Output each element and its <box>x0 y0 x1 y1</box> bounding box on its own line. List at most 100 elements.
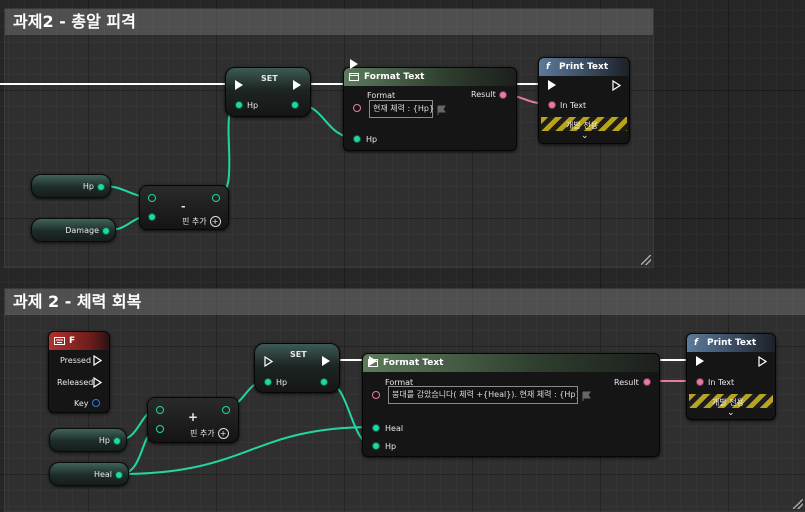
add-output-pin[interactable] <box>222 406 230 414</box>
print-text-title: Print Text <box>559 62 609 72</box>
comment-title[interactable]: 과제 2 - 체력 회복 <box>5 289 805 315</box>
hp-variable-node[interactable]: Hp <box>49 428 127 452</box>
key-label: Key <box>74 399 89 408</box>
add-pin-label: 핀 추가 <box>182 217 207 226</box>
format-text-node[interactable]: Format Text Format 현재 체력 : {Hp} Result H… <box>343 59 517 151</box>
format-text-header: Format Text <box>344 68 516 86</box>
add-node[interactable]: + 핀 추가 + <box>147 397 239 443</box>
set-hp-output-pin[interactable] <box>320 378 328 386</box>
format-heal-label: Heal <box>385 424 404 433</box>
damage-output-pin[interactable] <box>102 227 110 235</box>
format-label: Format <box>367 91 396 100</box>
add-operator: + <box>188 410 199 424</box>
dev-only-label: 개발 전용 <box>712 398 744 407</box>
format-result-label: Result <box>471 90 496 99</box>
pressed-exec-pin[interactable] <box>93 355 102 366</box>
print-exec-out-pin[interactable] <box>758 356 767 367</box>
hp-variable-label: Hp <box>82 182 94 191</box>
heal-variable-node[interactable]: Heal <box>49 462 129 486</box>
damage-variable-node[interactable]: Damage <box>31 218 116 242</box>
format-exec-in-pin[interactable] <box>369 356 377 366</box>
format-input-pin[interactable] <box>353 104 361 112</box>
format-exec-in-pin[interactable] <box>350 59 358 69</box>
print-text-title: Print Text <box>707 338 757 348</box>
localize-flag-icon[interactable] <box>437 105 447 115</box>
dev-only-label: 개발 전용 <box>566 121 598 130</box>
keyboard-icon <box>54 337 65 345</box>
f-key-title: F <box>69 336 76 346</box>
print-in-text-pin[interactable] <box>696 378 704 386</box>
add-pin-label: 핀 추가 <box>190 429 215 438</box>
format-text-title: Format Text <box>364 72 425 82</box>
subtract-input-a-pin[interactable] <box>148 194 156 202</box>
subtract-operator: - <box>181 200 186 213</box>
set-exec-out-pin[interactable] <box>322 356 330 366</box>
hp-output-pin[interactable] <box>97 183 105 191</box>
print-in-text-pin[interactable] <box>548 101 556 109</box>
format-result-label: Result <box>614 378 639 387</box>
function-icon: f <box>694 338 698 348</box>
set-hp-node[interactable]: SET Hp <box>254 343 340 393</box>
set-hp-label: Hp <box>276 378 288 387</box>
damage-variable-label: Damage <box>65 226 99 235</box>
format-hp-input-pin[interactable] <box>353 135 361 143</box>
set-exec-in-pin[interactable] <box>264 356 273 367</box>
heal-output-pin[interactable] <box>115 471 123 479</box>
format-hp-label: Hp <box>385 442 397 451</box>
print-exec-in-pin[interactable] <box>696 356 704 366</box>
format-result-pin[interactable] <box>499 91 507 99</box>
hp-variable-label: Hp <box>98 436 110 445</box>
print-in-text-label: In Text <box>708 378 735 387</box>
print-text-node[interactable]: f Print Text In Text 개발 전용 ⌄ <box>538 57 630 144</box>
format-input-pin[interactable] <box>372 391 380 399</box>
set-hp-input-pin[interactable] <box>235 101 243 109</box>
format-string-input[interactable]: 현재 체력 : {Hp} <box>369 100 434 118</box>
format-text-icon <box>349 73 359 81</box>
print-in-text-label: In Text <box>560 101 587 110</box>
format-hp-input-pin[interactable] <box>372 442 380 450</box>
f-key-header: F <box>49 332 109 350</box>
f-key-event-node[interactable]: F Pressed Released Key <box>48 331 110 413</box>
resize-handle-icon[interactable] <box>641 255 651 265</box>
set-hp-node[interactable]: SET Hp <box>225 67 311 117</box>
subtract-input-b-pin[interactable] <box>148 213 156 221</box>
localize-flag-icon[interactable] <box>582 391 592 401</box>
hp-variable-node[interactable]: Hp <box>31 174 111 198</box>
set-hp-label: Hp <box>247 101 259 110</box>
key-struct-pin[interactable] <box>92 399 100 407</box>
resize-handle-icon[interactable] <box>793 499 803 509</box>
print-exec-in-pin[interactable] <box>548 80 556 90</box>
format-string-input[interactable]: 붕대를 감았습니다( 체력 +{Heal}). 현재 체력 : {Hp} <box>388 386 578 404</box>
hp-output-pin[interactable] <box>113 437 121 445</box>
print-text-node[interactable]: f Print Text In Text 개발 전용 ⌄ <box>686 333 776 420</box>
add-input-b-pin[interactable] <box>156 425 164 433</box>
print-text-header: f Print Text <box>539 58 629 76</box>
function-icon: f <box>546 62 550 72</box>
set-title: SET <box>261 74 278 83</box>
comment-title[interactable]: 과제2 - 총알 피격 <box>5 9 653 35</box>
add-pin-icon: + <box>217 428 229 439</box>
subtract-node[interactable]: - 핀 추가 + <box>139 185 229 230</box>
expand-chevron-icon[interactable]: ⌄ <box>581 131 589 141</box>
format-text-title: Format Text <box>383 358 444 368</box>
format-text-node[interactable]: Format Text Format 붕대를 감았습니다( 체력 +{Heal}… <box>362 353 660 457</box>
add-input-a-pin[interactable] <box>156 406 164 414</box>
add-pin-icon: + <box>209 216 221 227</box>
heal-variable-label: Heal <box>93 470 112 479</box>
format-heal-input-pin[interactable] <box>372 424 380 432</box>
set-exec-out-pin[interactable] <box>293 80 301 90</box>
format-result-pin[interactable] <box>643 378 651 386</box>
add-pin-button[interactable]: 핀 추가 + <box>182 216 221 227</box>
set-hp-input-pin[interactable] <box>264 378 272 386</box>
format-text-header: Format Text <box>363 354 659 372</box>
released-exec-pin[interactable] <box>93 377 102 388</box>
format-hp-label: Hp <box>366 135 378 144</box>
expand-chevron-icon[interactable]: ⌄ <box>727 408 735 418</box>
print-exec-out-pin[interactable] <box>612 80 621 91</box>
released-label: Released <box>57 378 94 387</box>
set-title: SET <box>290 350 307 359</box>
set-hp-output-pin[interactable] <box>291 101 299 109</box>
add-pin-button[interactable]: 핀 추가 + <box>190 428 229 439</box>
set-exec-in-pin[interactable] <box>235 80 243 90</box>
subtract-output-pin[interactable] <box>212 194 220 202</box>
